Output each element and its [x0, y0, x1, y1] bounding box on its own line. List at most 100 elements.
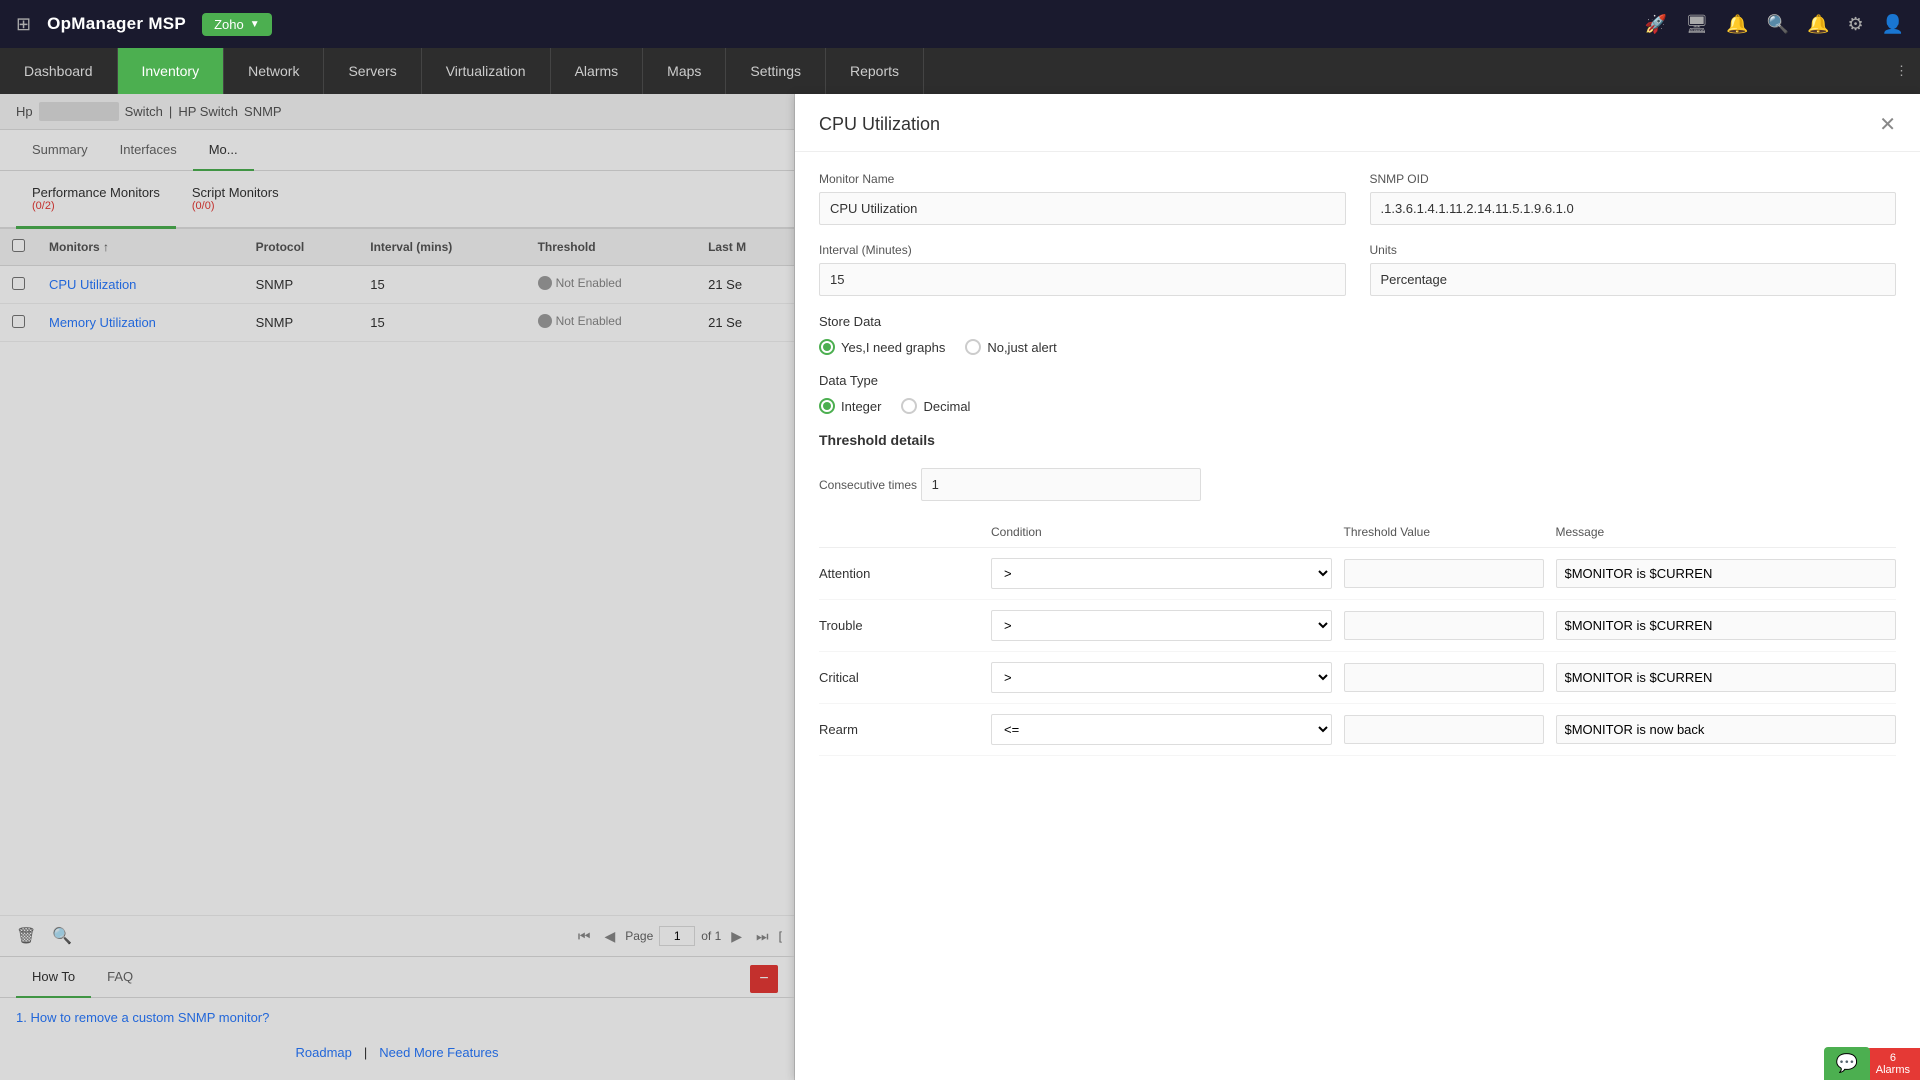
- radio-yes-label: Yes,I need graphs: [841, 340, 945, 355]
- units-input[interactable]: [1370, 263, 1897, 296]
- red-action-button[interactable]: −: [750, 965, 778, 993]
- table-footer-actions: 🗑 🔍: [12, 924, 566, 948]
- trouble-value[interactable]: [1344, 611, 1544, 640]
- store-data-radio-group: Yes,I need graphs No,just alert: [819, 339, 1896, 355]
- critical-condition[interactable]: ><=<=>=: [991, 662, 1332, 693]
- app-title: OpManager MSP: [47, 14, 186, 34]
- breadcrumb-subtype: HP Switch: [178, 104, 238, 119]
- nav-dashboard[interactable]: Dashboard: [0, 48, 118, 94]
- consecutive-times-group: Consecutive times: [819, 462, 1896, 501]
- critical-value[interactable]: [1344, 663, 1544, 692]
- content-area: Hp Switch | HP Switch SNMP Summary Inter…: [0, 94, 1920, 1080]
- nav-more-icon[interactable]: ⋮: [1883, 48, 1920, 94]
- alert-icon[interactable]: 🔔: [1726, 14, 1748, 35]
- monitor-name-input[interactable]: [819, 192, 1346, 225]
- monitors-table: Monitors ↑ Protocol Interval (mins) Thre…: [0, 229, 794, 915]
- radio-yes-graphs[interactable]: Yes,I need graphs: [819, 339, 945, 355]
- row1-protocol: SNMP: [244, 266, 359, 304]
- rocket-icon[interactable]: 🚀: [1645, 14, 1667, 35]
- radio-decimal-dot[interactable]: [901, 398, 917, 414]
- row1-last: 21 Se: [696, 266, 794, 304]
- tab-faq[interactable]: FAQ: [91, 957, 149, 998]
- radio-no-dot[interactable]: [965, 339, 981, 355]
- rearm-message[interactable]: [1556, 715, 1897, 744]
- org-badge[interactable]: Zoho ▼: [202, 13, 272, 36]
- last-page-btn[interactable]: ⏭: [752, 926, 773, 947]
- tab-how-to[interactable]: How To: [16, 957, 91, 998]
- grid-icon[interactable]: ⊞: [16, 14, 31, 35]
- radio-integer[interactable]: Integer: [819, 398, 881, 414]
- breadcrumb-device: Hp: [16, 104, 33, 119]
- bell-icon[interactable]: 🔔: [1807, 14, 1829, 35]
- next-page-btn[interactable]: ▶: [727, 926, 746, 947]
- sub-tab-interfaces[interactable]: Interfaces: [104, 130, 193, 171]
- first-page-btn[interactable]: ⏮: [574, 926, 595, 947]
- search-button[interactable]: 🔍: [48, 924, 76, 948]
- severity-trouble: Trouble: [819, 618, 979, 633]
- consecutive-times-input[interactable]: [921, 468, 1201, 501]
- interval-input[interactable]: [819, 263, 1346, 296]
- tab-script-monitors[interactable]: Script Monitors (0/0): [176, 171, 295, 229]
- row1-name[interactable]: CPU Utilization: [37, 266, 244, 304]
- attention-value[interactable]: [1344, 559, 1544, 588]
- form-row-2: Interval (Minutes) Units: [819, 243, 1896, 296]
- chat-button[interactable]: 💬: [1824, 1047, 1870, 1080]
- alarms-badge[interactable]: 6 Alarms: [1866, 1048, 1920, 1080]
- attention-message[interactable]: [1556, 559, 1897, 588]
- nav-reports[interactable]: Reports: [826, 48, 924, 94]
- monitor-icon[interactable]: 🖥: [1685, 14, 1708, 35]
- rearm-value[interactable]: [1344, 715, 1544, 744]
- trouble-message[interactable]: [1556, 611, 1897, 640]
- row2-protocol: SNMP: [244, 304, 359, 342]
- features-link[interactable]: Need More Features: [379, 1045, 498, 1060]
- breadcrumb-type: Switch: [125, 104, 163, 119]
- sub-tab-more[interactable]: Mo...: [193, 130, 254, 171]
- top-bar-icons: 🚀 🖥 🔔 🔍 🔔 ⚙ 👤: [1645, 14, 1904, 35]
- close-panel-button[interactable]: ✕: [1879, 112, 1896, 137]
- monitor-tabs: Performance Monitors (0/2) Script Monito…: [0, 171, 794, 229]
- critical-message[interactable]: [1556, 663, 1897, 692]
- nav-network[interactable]: Network: [224, 48, 324, 94]
- cpu-utilization-panel: CPU Utilization ✕ Monitor Name SNMP OID …: [795, 94, 1920, 1080]
- select-all-checkbox[interactable]: [12, 239, 25, 252]
- radio-yes-dot[interactable]: [819, 339, 835, 355]
- severity-attention: Attention: [819, 566, 979, 581]
- attention-condition[interactable]: ><=<=>=: [991, 558, 1332, 589]
- search-icon[interactable]: 🔍: [1767, 14, 1789, 35]
- nav-virtualization[interactable]: Virtualization: [422, 48, 551, 94]
- nav-bar: Dashboard Inventory Network Servers Virt…: [0, 48, 1920, 94]
- row2-name[interactable]: Memory Utilization: [37, 304, 244, 342]
- radio-no-alert[interactable]: No,just alert: [965, 339, 1056, 355]
- radio-integer-dot[interactable]: [819, 398, 835, 414]
- row2-checkbox[interactable]: [12, 315, 25, 328]
- nav-alarms[interactable]: Alarms: [551, 48, 644, 94]
- tab-performance-monitors[interactable]: Performance Monitors (0/2): [16, 171, 176, 229]
- nav-maps[interactable]: Maps: [643, 48, 726, 94]
- nav-servers[interactable]: Servers: [324, 48, 421, 94]
- nav-settings[interactable]: Settings: [726, 48, 826, 94]
- col-monitors: Monitors ↑: [37, 229, 244, 266]
- table-row: Memory Utilization SNMP 15 Not Enabled 2…: [0, 304, 794, 342]
- how-to-link[interactable]: 1. How to remove a custom SNMP monitor?: [16, 1010, 269, 1025]
- perf-tab-label: Performance Monitors: [32, 185, 160, 200]
- settings-icon[interactable]: ⚙: [1847, 14, 1863, 35]
- row1-checkbox[interactable]: [12, 277, 25, 290]
- rearm-condition[interactable]: <=><=>=: [991, 714, 1332, 745]
- row1-interval: 15: [358, 266, 525, 304]
- col-protocol: Protocol: [244, 229, 359, 266]
- user-icon[interactable]: 👤: [1882, 14, 1904, 35]
- snmp-oid-label: SNMP OID: [1370, 172, 1897, 186]
- trouble-condition[interactable]: ><=<=>=: [991, 610, 1332, 641]
- sub-tab-summary[interactable]: Summary: [16, 130, 104, 171]
- row1-threshold: Not Enabled: [526, 266, 697, 304]
- how-to-content: 1. How to remove a custom SNMP monitor?: [0, 998, 794, 1037]
- roadmap-link[interactable]: Roadmap: [296, 1045, 352, 1060]
- interval-group: Interval (Minutes): [819, 243, 1346, 296]
- page-input[interactable]: [659, 926, 695, 946]
- breadcrumb-input[interactable]: [39, 102, 119, 121]
- nav-inventory[interactable]: Inventory: [118, 48, 225, 94]
- snmp-oid-input[interactable]: [1370, 192, 1897, 225]
- delete-button[interactable]: 🗑: [12, 924, 40, 948]
- prev-page-btn[interactable]: ◀: [600, 926, 619, 947]
- radio-decimal[interactable]: Decimal: [901, 398, 970, 414]
